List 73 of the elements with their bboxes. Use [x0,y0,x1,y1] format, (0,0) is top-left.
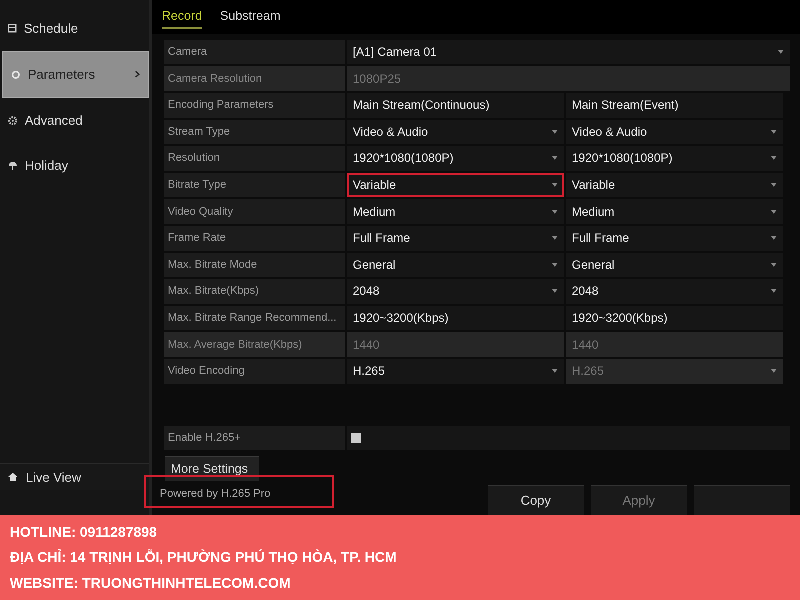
tab[interactable]: Substream [220,4,281,29]
caret-icon [552,156,558,160]
sidebar-item[interactable]: Advanced [0,98,149,143]
dropdown-field[interactable]: H.265 [347,358,564,384]
setting-label: Video Encoding [164,358,345,384]
setting-label: Video Quality [164,199,345,224]
checkbox[interactable] [351,432,361,443]
footer-text: ĐỊA CHỈ: 14 TRỊNH LỖI, PHƯỜNG PHÚ THỌ HÒA, TP. HCM [10,549,398,566]
caret-icon [771,183,777,188]
dropdown-field[interactable]: 1920*1080(1080P) [347,146,564,171]
dropdown-field[interactable]: Full Frame [347,226,564,251]
dropdown-field[interactable]: 1920*1080(1080P) [566,146,783,171]
value-field: 1440 [347,332,564,357]
setting-label: Enable H.265+ [164,426,345,450]
setting-label: Frame Rate [164,226,345,251]
caret-icon [771,130,777,134]
dropdown-field[interactable]: 2048 [566,279,783,304]
setting-label: Bitrate Type [164,172,345,198]
value-field: Main Stream(Event) [566,93,783,118]
action-button[interactable]: Copy [488,485,584,515]
dropdown-field[interactable]: Video & Audio [347,120,564,144]
caret-icon [771,210,777,214]
umbrella-icon [8,160,18,170]
setting-label: Camera Resolution [164,66,345,91]
value-field: 1920~3200(Kbps) [566,306,783,330]
circle-icon [11,70,21,80]
setting-label: Camera [164,40,345,64]
dropdown-field[interactable]: Full Frame [566,226,783,251]
caret-icon [552,130,558,134]
powered-by-text: Powered by H.265 Pro [144,475,334,508]
tab[interactable]: Record [162,4,202,29]
footer-text: WEBSITE: TRUONGTHINHTELECOM.COM [10,575,292,592]
caret-icon [771,236,777,240]
value-field: 1440 [566,332,783,357]
chevron-icon [135,71,140,78]
setting-label: Encoding Parameters [164,93,345,118]
home-icon [8,472,18,482]
caret-icon [771,156,777,160]
caret-icon [771,262,777,267]
gear-icon [8,116,18,126]
dropdown-field[interactable]: Variable [347,172,564,198]
caret-icon [552,262,558,267]
value-field: Main Stream(Continuous) [347,93,564,118]
dropdown-field[interactable]: 2048 [347,279,564,304]
caret-icon [552,210,558,214]
dropdown-field[interactable]: Video & Audio [566,120,783,144]
dropdown-field[interactable]: General [566,252,783,278]
caret-icon [552,369,558,374]
calendar-icon [8,24,17,33]
caret-icon [778,50,784,54]
value-field: 1080P25 [347,66,790,91]
setting-label: Max. Average Bitrate(Kbps) [164,332,345,357]
dropdown-field[interactable]: Medium [566,199,783,224]
setting-label: Max. Bitrate(Kbps) [164,279,345,304]
caret-icon [771,369,777,374]
sidebar-item[interactable]: Parameters [2,51,149,98]
dropdown-field[interactable]: Medium [347,199,564,224]
dropdown-field[interactable]: General [347,252,564,278]
more-settings-button[interactable]: More Settings [165,456,259,481]
setting-label: Resolution [164,146,345,171]
sidebar-item[interactable]: Schedule [0,6,149,51]
value-field: 1920~3200(Kbps) [347,306,564,330]
setting-label: Max. Bitrate Range Recommend... [164,306,345,330]
caret-icon [552,289,558,294]
caret-icon [552,183,558,188]
setting-label: Max. Bitrate Mode [164,252,345,278]
caret-icon [771,289,777,294]
dropdown-field[interactable]: [A1] Camera 01 [347,40,790,64]
setting-label: Stream Type [164,120,345,144]
footer-text: HOTLINE: 0911287898 [10,524,158,540]
dropdown-field[interactable]: Variable [566,172,783,198]
caret-icon [552,236,558,240]
sidebar-item[interactable]: Holiday [0,143,149,188]
